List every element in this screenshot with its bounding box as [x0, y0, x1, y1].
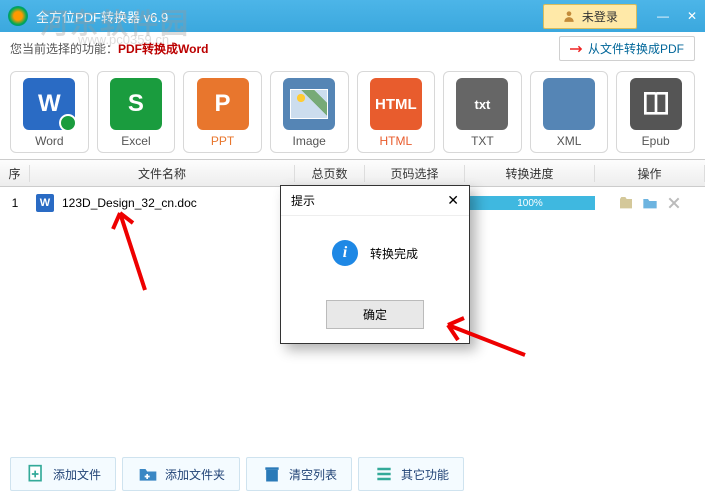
- row-seq: 1: [0, 196, 30, 210]
- minimize-button[interactable]: —: [657, 9, 669, 23]
- tile-word[interactable]: W Word: [10, 71, 89, 153]
- excel-icon: S: [110, 78, 162, 130]
- app-logo-icon: [8, 6, 28, 26]
- tile-html[interactable]: HTML HTML: [357, 71, 436, 153]
- clear-label: 清空列表: [289, 466, 337, 483]
- col-pages: 总页数: [295, 165, 365, 182]
- trash-icon: [261, 464, 283, 484]
- tile-label: Epub: [621, 134, 690, 148]
- row-ops: [595, 195, 705, 211]
- convert-from-file-button[interactable]: 从文件转换成PDF: [559, 36, 695, 61]
- tile-label: HTML: [362, 134, 431, 148]
- table-header: 序 文件名称 总页数 页码选择 转换进度 操作: [0, 159, 705, 187]
- remove-icon[interactable]: [666, 195, 682, 211]
- tile-label: Image: [275, 134, 344, 148]
- login-label: 未登录: [582, 8, 618, 25]
- txt-icon: txt: [456, 78, 508, 130]
- add-folder-icon: [137, 464, 159, 484]
- info-icon: i: [332, 240, 358, 266]
- other-functions-button[interactable]: 其它功能: [358, 457, 464, 491]
- col-progress: 转换进度: [465, 165, 595, 182]
- format-tiles: W Word S Excel P PPT Image HTML HTML txt TXT XML Epu…: [0, 65, 705, 159]
- list-icon: [373, 464, 395, 484]
- tile-excel[interactable]: S Excel: [97, 71, 176, 153]
- html-icon: HTML: [370, 78, 422, 130]
- progress-bar: 100%: [465, 196, 595, 210]
- add-file-button[interactable]: 添加文件: [10, 457, 116, 491]
- word-file-icon: W: [36, 194, 54, 212]
- row-filename: W 123D_Design_32_cn.doc: [30, 194, 295, 212]
- tile-label: PPT: [188, 134, 257, 148]
- dialog: 提示 ✕ i 转换完成 确定: [280, 185, 470, 344]
- tile-label: Word: [15, 134, 84, 148]
- user-icon: [562, 9, 576, 23]
- arrow-right-icon: [570, 44, 584, 54]
- watermark-url: www.pc0359.cn: [78, 32, 169, 47]
- dialog-footer: 确定: [281, 290, 469, 343]
- window-controls: — ✕: [657, 9, 697, 23]
- add-file-icon: [25, 464, 47, 484]
- xml-icon: [543, 78, 595, 130]
- dialog-titlebar: 提示 ✕: [281, 186, 469, 216]
- bottom-toolbar: 添加文件 添加文件夹 清空列表 其它功能: [10, 457, 464, 491]
- dialog-body: i 转换完成: [281, 216, 469, 290]
- dialog-close-icon[interactable]: ✕: [447, 192, 459, 209]
- word-icon: W: [23, 78, 75, 130]
- add-folder-label: 添加文件夹: [165, 466, 225, 483]
- tile-xml[interactable]: XML: [530, 71, 609, 153]
- row-progress: 100%: [465, 196, 595, 210]
- other-label: 其它功能: [401, 466, 449, 483]
- tile-label: Excel: [102, 134, 171, 148]
- login-button[interactable]: 未登录: [543, 4, 637, 29]
- add-folder-button[interactable]: 添加文件夹: [122, 457, 240, 491]
- dialog-title: 提示: [291, 192, 315, 209]
- tile-label: XML: [535, 134, 604, 148]
- col-name: 文件名称: [30, 165, 295, 182]
- convert-label: 从文件转换成PDF: [588, 40, 684, 57]
- tile-ppt[interactable]: P PPT: [183, 71, 262, 153]
- open-file-icon[interactable]: [618, 195, 634, 211]
- image-icon: [283, 78, 335, 130]
- add-file-label: 添加文件: [53, 466, 101, 483]
- col-ops: 操作: [595, 165, 705, 182]
- open-folder-icon[interactable]: [642, 195, 658, 211]
- ppt-icon: P: [197, 78, 249, 130]
- clear-list-button[interactable]: 清空列表: [246, 457, 352, 491]
- col-range: 页码选择: [365, 165, 465, 182]
- close-button[interactable]: ✕: [687, 9, 697, 23]
- col-seq: 序: [0, 165, 30, 182]
- filename-text: 123D_Design_32_cn.doc: [62, 196, 197, 210]
- dialog-message: 转换完成: [370, 245, 418, 262]
- tile-epub[interactable]: Epub: [616, 71, 695, 153]
- ok-button[interactable]: 确定: [326, 300, 424, 329]
- tile-label: TXT: [448, 134, 517, 148]
- tile-txt[interactable]: txt TXT: [443, 71, 522, 153]
- tile-image[interactable]: Image: [270, 71, 349, 153]
- epub-icon: [630, 78, 682, 130]
